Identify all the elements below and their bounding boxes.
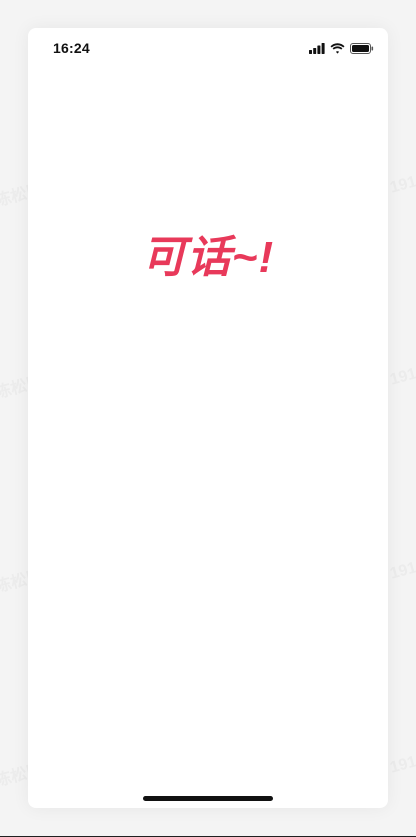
cellular-signal-icon — [309, 42, 325, 54]
home-indicator[interactable] — [143, 796, 273, 801]
wifi-icon — [330, 42, 345, 54]
screen-canvas: 陈松民 1914 陈松民 1914 陈松民 1914 陈松民 1914 陈松民 … — [0, 0, 416, 837]
phone-screen: 16:24 可话~! — [28, 28, 388, 808]
status-icons — [309, 42, 374, 54]
battery-icon — [350, 42, 374, 54]
status-bar: 16:24 — [28, 28, 388, 68]
app-logo-text: 可话~! — [141, 233, 275, 282]
status-time: 16:24 — [53, 40, 90, 56]
